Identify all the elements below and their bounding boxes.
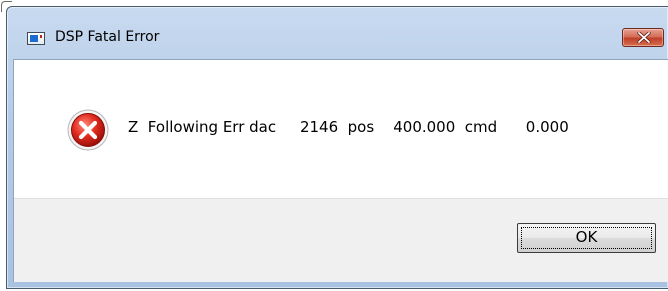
message-area: Z Following Err dac 2146 pos 400.000 cmd…	[14, 60, 668, 198]
application-icon-mark	[40, 35, 42, 38]
ok-button-label: OK	[575, 228, 598, 246]
application-icon	[27, 32, 45, 45]
dialog-client-area: Z Following Err dac 2146 pos 400.000 cmd…	[13, 59, 668, 282]
window-title: DSP Fatal Error	[55, 29, 160, 45]
application-icon-pane	[30, 35, 38, 42]
ok-button[interactable]: OK	[517, 223, 656, 253]
error-icon	[67, 109, 109, 151]
dialog-window: DSP Fatal Error Z Following Err dac 2146…	[1, 1, 668, 289]
button-area: OK	[14, 198, 668, 282]
close-button[interactable]	[622, 28, 664, 47]
error-message: Z Following Err dac 2146 pos 400.000 cmd…	[128, 118, 569, 136]
title-bar[interactable]: DSP Fatal Error	[7, 7, 668, 51]
close-icon	[637, 32, 651, 43]
